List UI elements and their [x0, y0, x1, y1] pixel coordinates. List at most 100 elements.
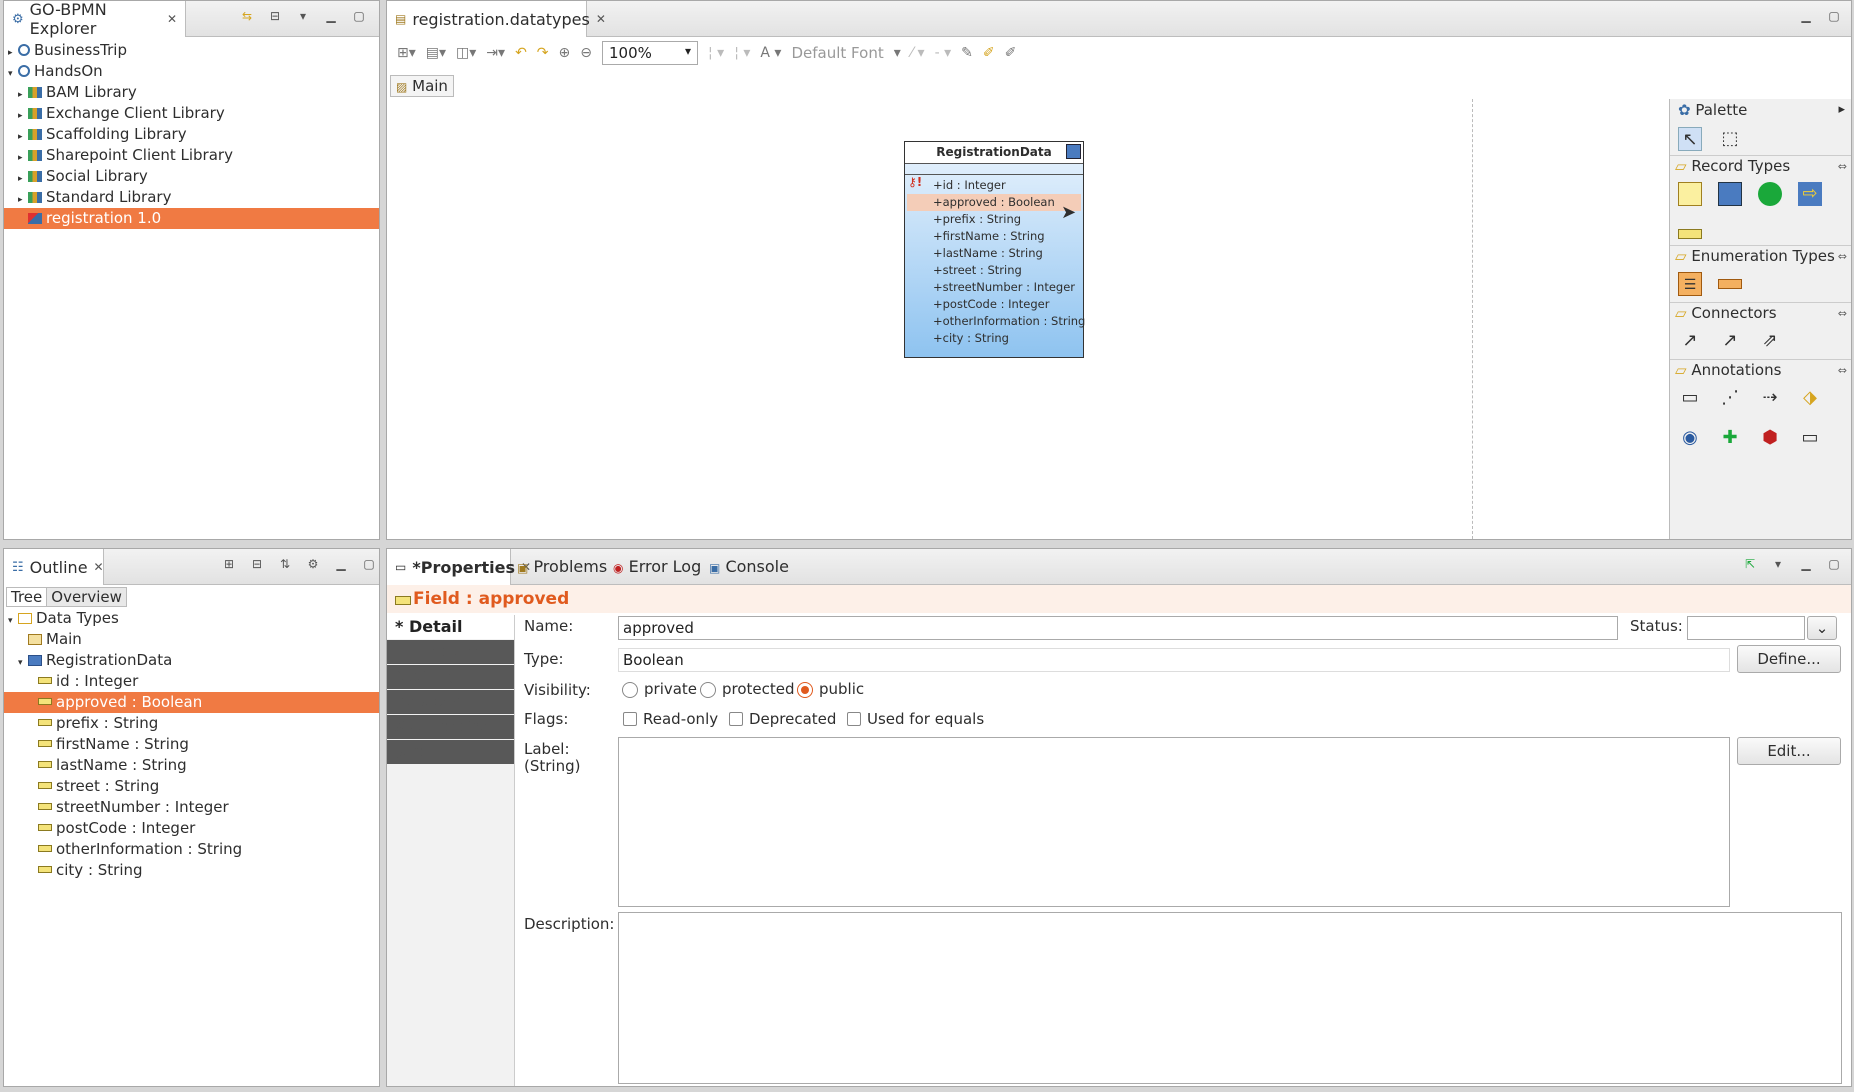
shared-record-icon[interactable] — [1718, 182, 1742, 206]
visibility-public-radio[interactable] — [797, 682, 813, 698]
redo-icon[interactable]: ↷ — [537, 45, 549, 61]
outline-item[interactable]: Main — [4, 629, 379, 650]
record-field[interactable]: +firstName : String — [933, 228, 1045, 245]
palette-group-enumeration-types[interactable]: ▱ Enumeration Types — [1670, 245, 1851, 267]
record-field[interactable]: +otherInformation : String — [933, 313, 1085, 330]
field-icon[interactable] — [1678, 229, 1702, 239]
font-color-icon[interactable]: A ▾ — [760, 45, 781, 61]
record-field[interactable]: +street : String — [933, 262, 1022, 279]
tab-tree[interactable]: Tree — [6, 587, 48, 607]
outline-item[interactable]: otherInformation : String — [4, 839, 379, 860]
eraser-icon[interactable]: ✐ — [1005, 45, 1017, 61]
puzzle-link-icon[interactable]: ✚ — [1718, 426, 1742, 450]
select-tool-icon[interactable]: ⊞▾ — [397, 45, 416, 61]
status-combo[interactable] — [1687, 616, 1805, 640]
outline-item[interactable]: firstName : String — [4, 734, 379, 755]
collapse-all-icon[interactable]: ⊟ — [250, 557, 264, 571]
line-style-icon[interactable]: ¦ ▾ — [708, 45, 724, 61]
align-icon[interactable]: ▤▾ — [426, 45, 446, 61]
minimize-icon[interactable]: ▁ — [334, 557, 348, 571]
enumeration-icon[interactable]: ☰ — [1678, 272, 1702, 296]
tab-error-log[interactable]: ◉ Error Log — [613, 549, 701, 585]
record-field[interactable]: +city : String — [933, 330, 1009, 347]
tab-detail[interactable]: * Detail — [387, 615, 514, 639]
outline-item[interactable]: postCode : Integer — [4, 818, 379, 839]
used-for-equals-checkbox[interactable] — [847, 712, 861, 726]
explorer-item[interactable]: ▸ Social Library — [4, 166, 379, 187]
editor-tab[interactable]: ▤ registration.datatypes ✕ — [387, 1, 606, 37]
maximize-icon[interactable]: ▢ — [1827, 9, 1841, 23]
explorer-tab[interactable]: ⚙ GO-BPMN Explorer ✕ — [4, 1, 186, 38]
tab-properties[interactable]: ▭ *Properties ✕ — [387, 549, 531, 585]
globe-link-icon[interactable]: ◉ — [1678, 426, 1702, 450]
zoom-combo[interactable]: 100% — [602, 41, 698, 65]
link-editor-icon[interactable]: ⇆ — [240, 9, 254, 23]
palette-header[interactable]: ✿ Palette — [1670, 99, 1851, 121]
view-menu-icon[interactable]: ▾ — [1771, 557, 1785, 571]
define-button[interactable]: Define... — [1737, 645, 1841, 673]
dependency-icon[interactable]: ⇗ — [1758, 329, 1782, 353]
maximize-icon[interactable]: ▢ — [352, 9, 366, 23]
line-color-icon[interactable]: ⁄ ▾ — [911, 45, 925, 61]
view-menu-icon[interactable]: ▾ — [296, 9, 310, 23]
record-icon[interactable] — [1678, 182, 1702, 206]
minimize-icon[interactable]: ▁ — [1799, 557, 1813, 571]
outline-item[interactable]: street : String — [4, 776, 379, 797]
circle-icon[interactable] — [1758, 182, 1782, 206]
marquee-icon[interactable]: ⬚ — [1718, 127, 1742, 151]
distribute-icon[interactable]: ⇥▾ — [486, 45, 505, 61]
record-field[interactable]: +prefix : String — [933, 211, 1021, 228]
tab-xml-mapping[interactable]: XML Mapping — [387, 715, 514, 739]
palette-group-annotations[interactable]: ▱ Annotations — [1670, 359, 1851, 381]
minimize-icon[interactable]: ▁ — [324, 9, 338, 23]
outline-item[interactable]: approved : Boolean — [4, 692, 379, 713]
close-icon[interactable]: ✕ — [596, 12, 606, 26]
edit-button[interactable]: Edit... — [1737, 737, 1841, 765]
name-field[interactable]: approved — [618, 616, 1618, 640]
relationship-icon[interactable]: ↗ — [1678, 329, 1702, 353]
outline-item[interactable]: ▾ RegistrationData — [4, 650, 379, 671]
record-field[interactable]: +approved : Boolean — [933, 194, 1055, 211]
explorer-item[interactable]: ▸ Sharepoint Client Library — [4, 145, 379, 166]
outline-item[interactable]: prefix : String — [4, 713, 379, 734]
explorer-item[interactable]: ▸ BusinessTrip — [4, 40, 379, 61]
record-field[interactable]: +id : Integer — [933, 177, 1006, 194]
breadcrumb[interactable]: ▨ Main — [390, 75, 454, 97]
outline-item[interactable]: city : String — [4, 860, 379, 881]
expand-all-icon[interactable]: ⊞ — [222, 557, 236, 571]
label-textarea[interactable] — [618, 737, 1730, 907]
tab-overview[interactable]: Overview — [47, 587, 127, 607]
outline-item[interactable]: streetNumber : Integer — [4, 797, 379, 818]
status-dropdown-button[interactable]: ⌄ — [1807, 616, 1837, 640]
stop-link-icon[interactable]: ⬢ — [1758, 426, 1782, 450]
record-link-icon[interactable]: ⇨ — [1798, 182, 1822, 206]
tab-db-mapping[interactable]: DB Mapping — [387, 640, 514, 664]
record-field[interactable]: +postCode : Integer — [933, 296, 1049, 313]
deprecated-checkbox[interactable] — [729, 712, 743, 726]
line-width-icon[interactable]: ¦ ▾ — [734, 45, 750, 61]
arrange-icon[interactable]: ◫▾ — [456, 45, 476, 61]
collapse-all-icon[interactable]: ⊟ — [268, 9, 282, 23]
explorer-item[interactable]: ▸ Scaffolding Library — [4, 124, 379, 145]
outline-item[interactable]: id : Integer — [4, 671, 379, 692]
brush-icon[interactable]: ✐ — [983, 45, 995, 61]
tab-problems[interactable]: ▣ Problems — [517, 549, 607, 585]
font-combo[interactable]: Default Font — [791, 44, 883, 62]
close-icon[interactable]: ✕ — [167, 12, 177, 26]
inheritance-icon[interactable]: ↗ — [1718, 329, 1742, 353]
tab-console[interactable]: ▣ Console — [709, 549, 789, 585]
palette-group-connectors[interactable]: ▱ Connectors — [1670, 302, 1851, 324]
explorer-item[interactable]: ▸ BAM Library — [4, 82, 379, 103]
minimize-icon[interactable]: ▁ — [1799, 9, 1813, 23]
arrow-style-icon[interactable]: - ▾ — [935, 45, 952, 61]
explorer-item[interactable]: ▾ HandsOn — [4, 61, 379, 82]
tab-java[interactable]: Java — [387, 740, 514, 764]
zoom-in-icon[interactable]: ⊕ — [559, 45, 571, 61]
explorer-item[interactable]: registration 1.0 — [4, 208, 379, 229]
tab-metadata[interactable]: Metadata — [387, 690, 514, 714]
note-link-icon[interactable]: ⬗ — [1798, 386, 1822, 410]
format-painter-icon[interactable]: ✎ — [961, 45, 973, 61]
record-field[interactable]: +streetNumber : Integer — [933, 279, 1075, 296]
dashed-line-icon[interactable]: ⋰ — [1718, 386, 1742, 410]
type-field[interactable]: Boolean — [618, 648, 1730, 672]
